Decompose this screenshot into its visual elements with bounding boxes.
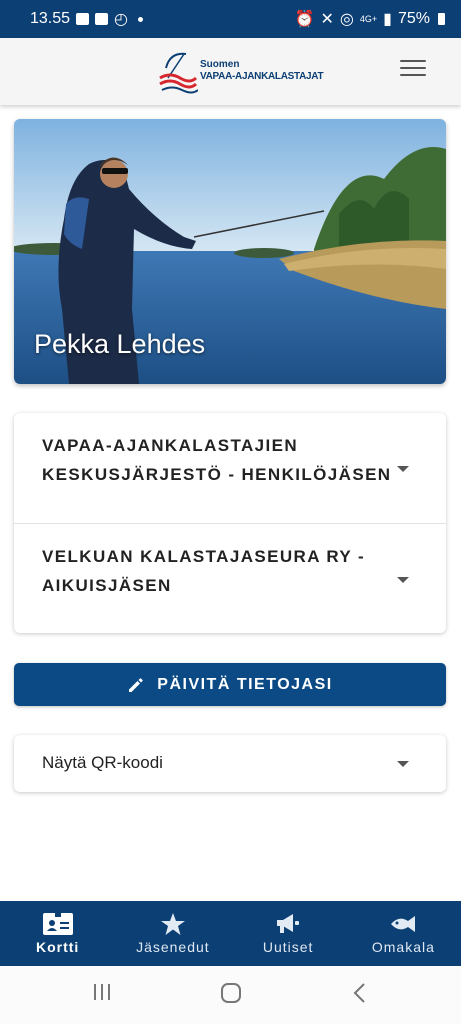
profile-hero: Pekka Lehdes [14, 119, 446, 384]
bottom-navigation: Kortti Jäsenedut Uutiset Omakala [0, 901, 461, 966]
pencil-icon [129, 677, 144, 692]
member-name: Pekka Lehdes [34, 329, 206, 359]
logo-text-line1: Suomen [200, 59, 240, 70]
chevron-down-icon [397, 577, 409, 583]
mute-icon: ✕ [320, 11, 334, 28]
chevron-down-icon [397, 761, 409, 767]
home-icon[interactable] [220, 982, 242, 1004]
recent-apps-icon[interactable] [92, 982, 112, 1002]
membership-label-line2: AIKUISJÄSEN [42, 576, 172, 595]
app-logo[interactable]: Suomen VAPAA-AJANKALASTAJAT [158, 48, 324, 94]
network-type: 4G+ [359, 14, 378, 24]
nav-item-kortti[interactable]: Kortti [0, 901, 115, 966]
clock-notification-icon: ◴ [114, 11, 129, 28]
qr-label: Näytä QR-koodi [42, 753, 163, 772]
back-icon[interactable] [352, 982, 368, 1004]
membership-item-velkuan-kalastajaseura[interactable]: VELKUAN KALASTAJASEURA RY - AIKUISJÄSEN [14, 523, 446, 634]
yle-notification-icon [76, 13, 90, 25]
fish-icon [391, 915, 416, 932]
wifi-calling-icon: ◎ [339, 11, 354, 28]
status-bar-right: ⏰ ✕ ◎ 4G+ ▮ 75% [295, 9, 445, 29]
signal-icon: ▮ [383, 11, 392, 28]
update-info-button[interactable]: PÄIVITÄ TIETOJASI [14, 663, 446, 706]
battery-icon [438, 13, 445, 25]
membership-item-keskusjarjesto[interactable]: VAPAA-AJANKALASTAJIEN KESKUSJÄRJESTÖ - H… [14, 413, 446, 523]
nav-label-omakala: Omakala [371, 938, 435, 955]
status-time: 13.55 [30, 10, 71, 27]
nav-label-kortti: Kortti [35, 938, 80, 955]
membership-label-line1: VAPAA-AJANKALASTAJIEN [42, 436, 299, 455]
more-notifications-icon [138, 16, 144, 22]
star-icon [160, 912, 185, 935]
logo-emblem-icon [159, 52, 199, 94]
update-info-label: PÄIVITÄ TIETOJASI [157, 675, 333, 693]
app-header: Suomen VAPAA-AJANKALASTAJAT [0, 38, 461, 105]
membership-label: VAPAA-AJANKALASTAJIEN KESKUSJÄRJESTÖ - H… [42, 431, 392, 489]
megaphone-icon [277, 913, 300, 933]
alarm-icon: ⏰ [294, 11, 315, 28]
status-bar-left: 13.55 ◴ [30, 9, 144, 29]
show-qr-code-expander[interactable]: Näytä QR-koodi [14, 735, 446, 792]
status-bar: 13.55 ◴ ⏰ ✕ ◎ 4G+ ▮ 75% [0, 0, 461, 38]
id-card-icon [42, 912, 73, 935]
nav-item-jasenedut[interactable]: Jäsenedut [115, 901, 230, 966]
battery-level: 75% [397, 10, 430, 27]
nav-label-uutiset: Uutiset [262, 938, 314, 955]
membership-label: VELKUAN KALASTAJASEURA RY - AIKUISJÄSEN [42, 542, 392, 600]
memberships-card: VAPAA-AJANKALASTAJIEN KESKUSJÄRJESTÖ - H… [14, 413, 446, 633]
membership-label-line2: KESKUSJÄRJESTÖ - HENKILÖJÄSEN [42, 465, 392, 484]
chevron-down-icon [397, 466, 409, 472]
membership-label-line1: VELKUAN KALASTAJASEURA RY - [42, 547, 366, 566]
hamburger-menu-icon[interactable] [400, 60, 426, 82]
nav-label-jasenedut: Jäsenedut [136, 938, 210, 955]
gallery-notification-icon [95, 13, 109, 25]
nav-item-omakala[interactable]: Omakala [346, 901, 461, 966]
nav-item-uutiset[interactable]: Uutiset [231, 901, 346, 966]
logo-text-line2: VAPAA-AJANKALASTAJAT [200, 71, 324, 82]
system-navigation-bar [0, 966, 461, 1024]
